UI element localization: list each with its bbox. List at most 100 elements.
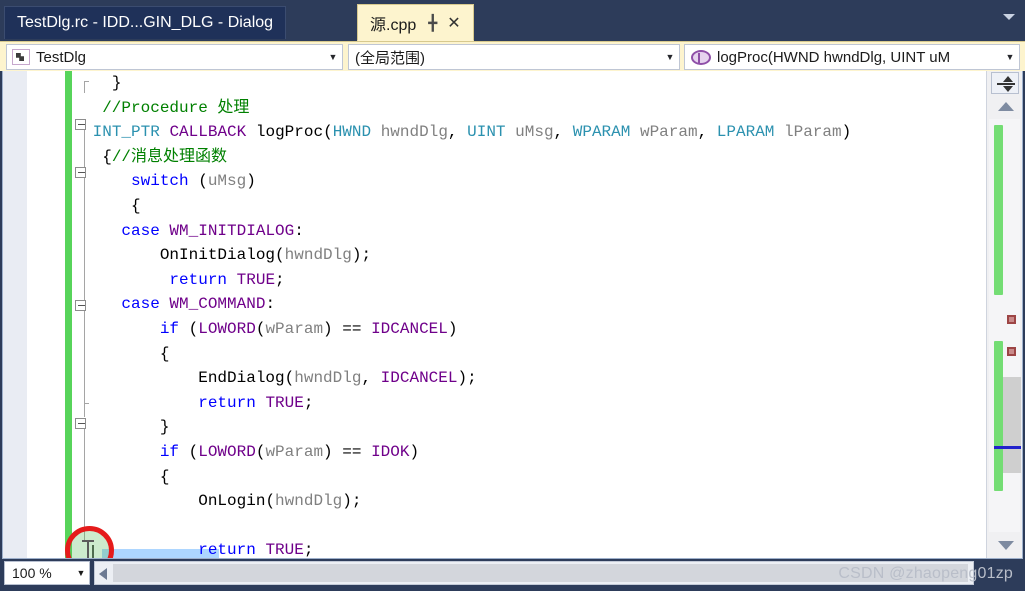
code-token: //Procedure 处理 bbox=[102, 98, 250, 117]
chevron-down-icon[interactable]: ▼ bbox=[661, 52, 679, 62]
scroll-left-arrow-icon[interactable] bbox=[99, 568, 107, 580]
code-line: case WM_INITDIALOG: bbox=[83, 219, 983, 244]
error-marker[interactable] bbox=[1007, 315, 1016, 324]
code-token: TRUE bbox=[265, 541, 304, 559]
project-combo-value: TestDlg bbox=[36, 48, 87, 66]
zoom-combo[interactable]: 100 % ▼ bbox=[4, 561, 90, 585]
editor-status-bar: 100 % ▼ CSDN @zhaopeng01zp bbox=[0, 559, 1025, 591]
class-glyph-icon bbox=[12, 49, 30, 65]
scrollbar-thumb[interactable] bbox=[1003, 377, 1021, 473]
code-token: ( bbox=[255, 442, 266, 461]
scrollbar-track[interactable] bbox=[989, 119, 1021, 532]
watermark-text: CSDN @zhaopeng01zp bbox=[838, 565, 1013, 582]
code-token: , bbox=[553, 123, 573, 142]
code-token: , bbox=[447, 123, 468, 142]
code-line: OnLogin(hwndDlg); bbox=[83, 489, 983, 514]
code-token: } bbox=[111, 74, 122, 92]
editor-tab-strip: TestDlg.rc - IDD...GIN_DLG - Dialog 源.cp… bbox=[0, 0, 1025, 41]
code-token: { bbox=[102, 147, 112, 166]
code-token: , bbox=[697, 123, 717, 142]
code-token: IDOK bbox=[371, 442, 410, 461]
code-token: ( bbox=[323, 123, 333, 142]
code-line: { bbox=[83, 194, 983, 219]
scroll-up-arrow-icon[interactable] bbox=[998, 102, 1014, 111]
code-token: IDCANCEL bbox=[380, 369, 458, 388]
code-line: return TRUE; bbox=[83, 391, 983, 416]
code-token: ) bbox=[447, 319, 458, 338]
code-token: { bbox=[159, 467, 170, 486]
code-line: { bbox=[83, 465, 983, 490]
pin-icon[interactable]: ╋ bbox=[428, 14, 437, 32]
code-token: OnInitDialog bbox=[159, 246, 276, 265]
code-token: INT_PTR bbox=[92, 123, 160, 142]
code-token: : bbox=[294, 221, 304, 240]
code-editor[interactable]: } //Procedure 处理 INT_PTR CALLBACK logPro… bbox=[2, 71, 1023, 559]
code-line: case WM_COMMAND: bbox=[83, 292, 983, 317]
visual-studio-window: TestDlg.rc - IDD...GIN_DLG - Dialog 源.cp… bbox=[0, 0, 1025, 591]
code-line: OnInitDialog(hwndDlg); bbox=[83, 243, 983, 268]
member-combo[interactable]: logProc(HWND hwndDlg, UINT uM ▼ bbox=[684, 44, 1020, 70]
code-token: WM_COMMAND bbox=[169, 295, 266, 314]
code-token: //消息处理函数 bbox=[111, 147, 228, 166]
member-combo-value: logProc(HWND hwndDlg, UINT uM bbox=[717, 48, 951, 66]
code-line: switch (uMsg) bbox=[83, 169, 983, 194]
code-token: if bbox=[159, 442, 180, 461]
code-token: ); bbox=[342, 492, 362, 511]
code-token: hwndDlg bbox=[284, 246, 352, 265]
chevron-down-icon[interactable]: ▼ bbox=[1001, 52, 1019, 62]
code-line: { bbox=[83, 342, 983, 367]
project-combo[interactable]: TestDlg ▼ bbox=[6, 44, 343, 70]
zoom-level-value: 100 % bbox=[12, 565, 52, 581]
code-line: INT_PTR CALLBACK logProc(HWND hwndDlg, U… bbox=[83, 120, 983, 145]
close-icon[interactable]: ✕ bbox=[447, 13, 460, 32]
code-line: return TRUE; bbox=[83, 268, 983, 293]
code-token: EndDialog bbox=[198, 369, 285, 388]
chevron-down-icon[interactable]: ▼ bbox=[73, 568, 89, 578]
code-token: OnLogin bbox=[198, 492, 266, 511]
code-token: { bbox=[131, 196, 141, 215]
code-token: ) == bbox=[323, 442, 372, 461]
change-marker bbox=[994, 341, 1003, 491]
text-ibeam-cursor bbox=[82, 539, 94, 558]
tab-source-cpp[interactable]: 源.cpp ╋ ✕ bbox=[357, 4, 474, 41]
chevron-down-icon[interactable] bbox=[1003, 14, 1015, 20]
code-token: hwndDlg bbox=[275, 492, 343, 511]
code-token: hwndDlg bbox=[294, 369, 362, 388]
editor-outer-margin bbox=[3, 71, 27, 558]
code-line: if (LOWORD(wParam) == IDOK) bbox=[83, 440, 983, 465]
code-token: ) bbox=[409, 442, 420, 461]
code-text[interactable]: } //Procedure 处理 INT_PTR CALLBACK logPro… bbox=[83, 71, 983, 559]
chevron-down-icon[interactable]: ▼ bbox=[324, 52, 342, 62]
error-marker[interactable] bbox=[1007, 347, 1016, 356]
code-token: WPARAM bbox=[572, 123, 631, 142]
split-view-icon[interactable] bbox=[991, 72, 1019, 94]
code-token: logProc bbox=[255, 123, 324, 142]
code-token: ( bbox=[179, 442, 199, 461]
code-token: if bbox=[159, 319, 180, 338]
code-token: IDCANCEL bbox=[371, 319, 448, 338]
code-token: ); bbox=[351, 246, 372, 265]
code-line: return TRUE; bbox=[83, 538, 983, 559]
code-token: TRUE bbox=[265, 393, 304, 412]
vertical-scrollbar[interactable] bbox=[986, 71, 1022, 558]
code-token: TRUE bbox=[236, 270, 276, 289]
scope-combo[interactable]: (全局范围) ▼ bbox=[348, 44, 680, 70]
code-token: ( bbox=[275, 246, 285, 265]
change-tracking-bar bbox=[65, 71, 72, 558]
scroll-down-arrow-icon[interactable] bbox=[998, 541, 1014, 550]
tab-testdlg-rc[interactable]: TestDlg.rc - IDD...GIN_DLG - Dialog bbox=[4, 6, 287, 39]
code-token: wParam bbox=[265, 319, 324, 338]
code-token: } bbox=[159, 418, 170, 437]
change-marker bbox=[994, 125, 1003, 295]
code-token: ( bbox=[188, 172, 208, 191]
code-token: return bbox=[169, 270, 228, 289]
code-token: wParam bbox=[639, 123, 698, 142]
code-token: return bbox=[198, 541, 256, 559]
code-line: //Procedure 处理 bbox=[83, 96, 983, 121]
editor-selection-margin[interactable] bbox=[27, 71, 63, 558]
